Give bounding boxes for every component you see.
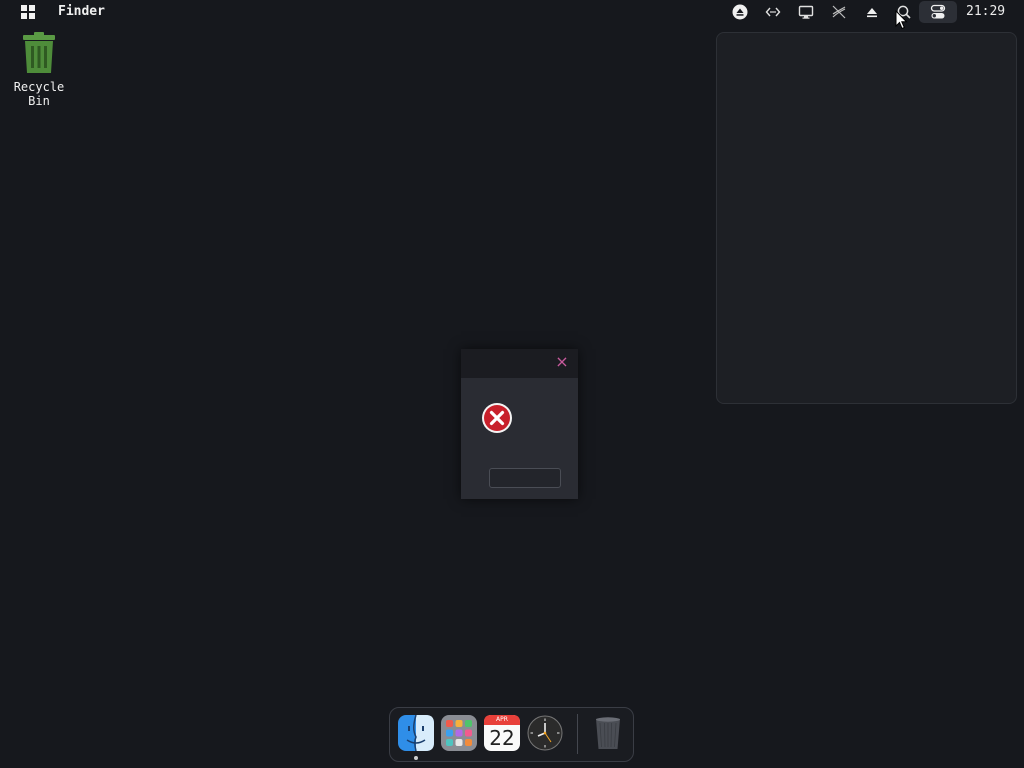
display-icon[interactable] [797,3,815,21]
clock-icon[interactable] [527,715,563,751]
dock-separator [577,714,578,754]
finder-icon[interactable] [398,714,434,752]
network-arrows-icon[interactable] [764,3,782,21]
trash-icon[interactable] [590,715,626,751]
error-dialog: × [461,349,578,499]
menu-clock[interactable]: 21:29 [966,4,1005,19]
side-panel [716,32,1017,404]
calendar-icon[interactable]: APR 22 [484,715,520,751]
start-menu-icon[interactable] [21,5,35,19]
error-icon [481,402,513,434]
control-center-icon[interactable] [919,1,957,23]
dock: APR 22 [389,707,634,762]
calendar-month: APR [496,716,508,723]
eject-icon[interactable] [863,3,881,21]
desktop-icon-label: Recycle Bin [13,80,65,108]
running-indicator [414,756,418,760]
active-app-name[interactable]: Finder [58,4,105,19]
ok-button[interactable] [489,468,561,488]
menu-bar: Finder 21:29 [0,0,1024,24]
desktop-icon-recycle-bin[interactable]: Recycle Bin [8,32,70,108]
calendar-day: 22 [489,726,515,750]
dialog-titlebar[interactable]: × [461,349,578,378]
close-icon[interactable]: × [555,354,569,370]
mouse-cursor-icon [895,9,909,30]
eject-circle-icon[interactable] [731,3,749,21]
launchpad-icon[interactable] [441,715,477,751]
sound-muted-icon[interactable] [830,3,848,21]
trash-icon [21,32,57,74]
